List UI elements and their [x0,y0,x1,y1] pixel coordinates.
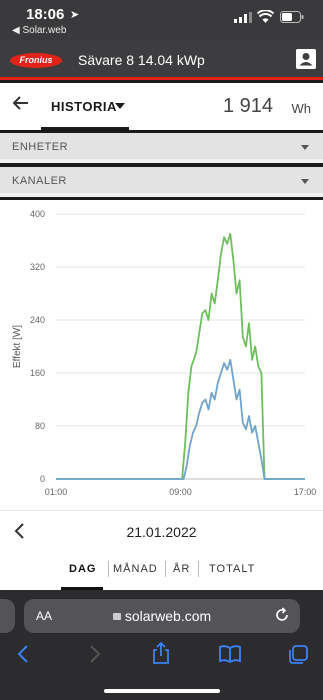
share-icon[interactable] [151,641,171,665]
wifi-icon [257,10,274,23]
power-chart: 0 80 160 240 320 400 01:00 09:00 17:00 Effekt [W] [0,200,323,510]
y-tick-label: 160 [30,368,45,378]
x-tick-label: 01:00 [45,487,68,497]
tab-separator [165,561,166,577]
tab-separator [108,561,109,577]
lock-icon [112,613,121,620]
tabs-icon[interactable] [287,644,309,666]
green-series-line [56,233,305,480]
caret-down-icon [301,145,309,150]
previous-tab-preview[interactable] [0,599,15,633]
blue-series-line [56,358,305,480]
historia-dropdown[interactable]: HISTORIA [41,83,129,130]
tab-dag[interactable]: DAG [69,563,96,575]
x-tick-label: 17:00 [294,487,317,497]
forward-chevron-icon[interactable] [86,644,102,664]
status-time: 18:06 [26,6,65,23]
date-navigation: 21.01.2022 [0,510,323,552]
y-tick-label: 400 [30,209,45,219]
back-chevron-icon[interactable] [16,644,32,664]
battery-icon [280,11,304,23]
cellular-signal-icon [234,12,252,23]
address-bar[interactable]: AA solarweb.com [24,599,300,633]
tab-manad[interactable]: MÅNAD [113,563,158,575]
energy-total-value: 1 914 [222,95,273,117]
enheter-dropdown[interactable]: ENHETER [0,133,323,163]
safari-toolbar: AA solarweb.com [0,590,323,700]
y-axis-label: Effekt [W] [12,325,23,368]
tab-ar[interactable]: ÅR [173,563,190,575]
tab-separator [198,561,199,577]
current-date: 21.01.2022 [126,524,197,540]
app-header: Fronius Sävare 8 14.04 kWp [0,40,323,80]
home-indicator [104,689,220,693]
y-tick-label: 80 [35,421,45,431]
caret-down-icon [301,179,309,184]
kanaler-dropdown[interactable]: KANALER [0,167,323,197]
status-bar: 18:06 ➤ ◀ Solar.web [0,0,323,40]
url-domain: solarweb.com [124,608,212,624]
tab-totalt[interactable]: TOTALT [209,563,255,575]
x-tick-label: 09:00 [169,487,192,497]
y-tick-label: 240 [30,315,45,325]
energy-total-unit: Wh [291,101,312,116]
back-arrow-icon[interactable] [12,94,30,112]
system-title: Sävare 8 14.04 kWp [78,52,205,68]
period-tabs: DAG MÅNAD ÅR TOTALT [0,552,323,590]
power-chart-svg: 0 80 160 240 320 400 01:00 09:00 17:00 Effekt [W] [12,209,317,497]
reload-icon[interactable] [274,607,290,623]
y-tick-label: 320 [30,262,45,272]
url-text: solarweb.com [24,608,300,624]
y-tick-label: 0 [40,474,45,484]
kanaler-label: KANALER [12,175,67,187]
location-arrow-icon: ➤ [70,9,80,21]
caret-down-icon [115,103,125,109]
fronius-logo: Fronius [10,53,62,68]
profile-icon[interactable] [296,49,316,69]
back-to-app-link[interactable]: ◀ Solar.web [12,25,66,36]
historia-label: HISTORIA [51,99,117,114]
tab-row: HISTORIA 1 914 Wh [0,83,323,130]
bookmarks-icon[interactable] [218,644,242,664]
enheter-label: ENHETER [12,141,69,153]
